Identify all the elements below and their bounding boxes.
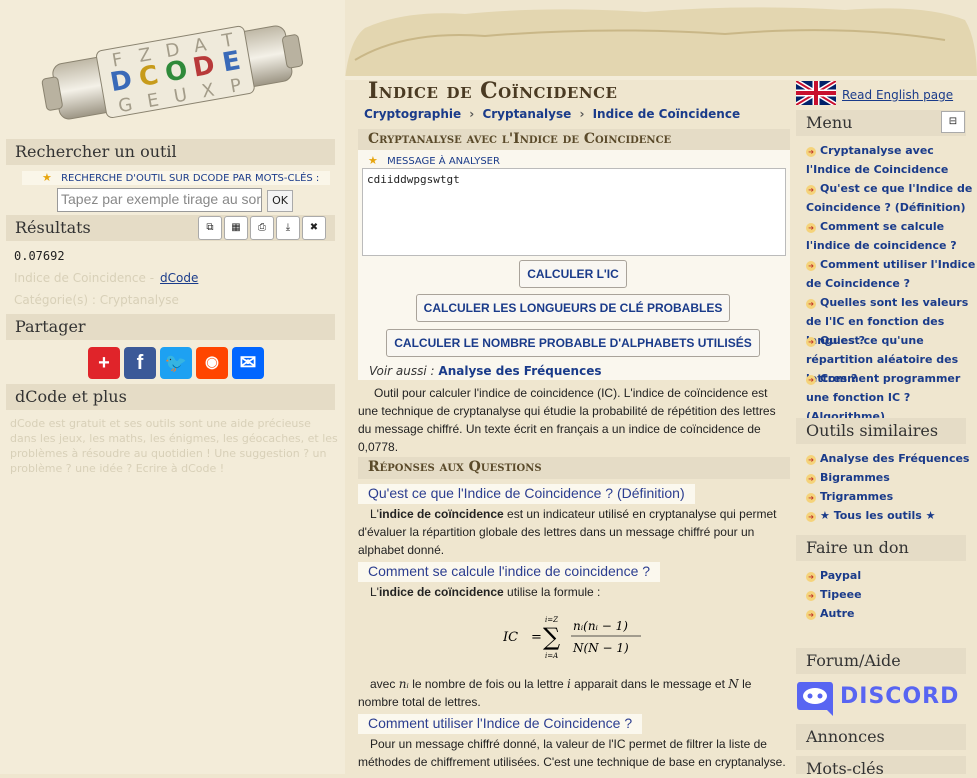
arrow-icon: ➜ xyxy=(806,591,816,601)
svg-text:=: = xyxy=(531,630,542,645)
download-icon[interactable]: ⤓ xyxy=(276,216,300,240)
tool-heading: Cryptanalyse avec l'Indice de Coincidenc… xyxy=(358,129,790,151)
ic-formula: IC = i=Z ∑ i=A nᵢ(nᵢ − 1) N(N − 1) xyxy=(503,616,641,660)
parchment-decoration xyxy=(345,7,977,80)
similar-item-frequences[interactable]: ➜ Analyse des Fréquences xyxy=(806,449,976,468)
donate-tipeee[interactable]: ➜ Tipeee xyxy=(806,585,976,604)
discord-icon xyxy=(797,682,833,716)
menu-item-calcul[interactable]: ➜ Comment se calcule l'indice de coincide… xyxy=(806,217,976,255)
arrow-icon: ➜ xyxy=(806,337,816,347)
menu-item-definition[interactable]: ➜ Qu'est ce que l'Indice de Coincidence ?… xyxy=(806,179,976,217)
arrow-icon: ➜ xyxy=(806,223,816,233)
similar-item-trigrammes[interactable]: ➜ Trigrammes xyxy=(806,487,976,506)
breadcrumb-indice[interactable]: Indice de Coïncidence xyxy=(593,107,741,121)
dcode-link[interactable]: dCode xyxy=(160,271,198,285)
arrow-icon: ➜ xyxy=(806,572,816,582)
discord-button[interactable]: DISCORD xyxy=(796,678,958,720)
question-utiliser[interactable]: Comment utiliser l'Indice de Coincidence… xyxy=(358,714,643,734)
search-input[interactable]: Tapez par exemple tirage au sort xyxy=(57,188,262,212)
similar-item-bigrammes[interactable]: ➜ Bigrammes xyxy=(806,468,976,487)
result-source: Indice de Coincidence - dCode xyxy=(14,271,199,285)
close-icon[interactable]: ✖ xyxy=(302,216,326,240)
menu-item-cryptanalyse[interactable]: ➜ Cryptanalyse avec l'Indice de Coinciden… xyxy=(806,141,976,179)
search-ok-button[interactable]: OK xyxy=(267,190,293,212)
twitter-icon[interactable]: 🐦 xyxy=(160,347,192,379)
arrow-icon: ➜ xyxy=(806,147,816,157)
star-icon: ★ xyxy=(368,154,378,167)
forum-heading: Forum/Aide xyxy=(796,648,966,674)
answer-definition: L'indice de coïncidence est un indicateu… xyxy=(358,507,777,557)
dcode-plus-heading: dCode et plus xyxy=(6,384,335,410)
similar-heading: Outils similaires xyxy=(796,418,966,444)
dcode-logo[interactable]: D C O D E FZDAT GEUXP xyxy=(40,4,310,136)
svg-text:IC: IC xyxy=(503,630,518,645)
share-heading: Partager xyxy=(6,314,335,340)
answer-calcul-legend: avec nᵢ le nombre de fois ou la lettre i… xyxy=(358,677,752,709)
breadcrumb-separator: › xyxy=(469,107,475,121)
breadcrumb-cryptographie[interactable]: Cryptographie xyxy=(364,107,461,121)
donate-heading: Faire un don xyxy=(796,535,966,561)
donate-autre[interactable]: ➜ Autre xyxy=(806,604,976,623)
arrow-icon: ➜ xyxy=(806,261,816,271)
arrow-icon: ➜ xyxy=(806,512,816,522)
left-sidebar: D C O D E FZDAT GEUXP Rechercher un outi… xyxy=(0,0,345,774)
answer-calcul: L'indice de coïncidence utilise la formu… xyxy=(370,585,601,599)
page-title: Indice de Coïncidence xyxy=(368,78,618,104)
calc-ic-button[interactable]: Calculer l'IC xyxy=(519,260,627,288)
svg-text:i=A: i=A xyxy=(545,652,558,660)
answer-utiliser: Pour un message chiffré donné, la valeur… xyxy=(358,737,786,769)
facebook-icon[interactable]: f xyxy=(124,347,156,379)
see-also-link[interactable]: Analyse des Fréquences xyxy=(438,364,601,378)
similar-item-tous[interactable]: ➜ ★ Tous les outils ★ xyxy=(806,506,976,525)
menu-item-utiliser[interactable]: ➜ Comment utiliser l'Indice de Coincidenc… xyxy=(806,255,976,293)
addtoany-icon[interactable]: + xyxy=(88,347,120,379)
keywords-heading: Mots-clés xyxy=(796,756,966,778)
arrow-icon: ➜ xyxy=(806,375,816,385)
collapse-icon[interactable]: ⊟ xyxy=(941,111,965,133)
calc-key-lengths-button[interactable]: Calculer les longueurs de clé probables xyxy=(416,294,730,322)
breadcrumb-cryptanalyse[interactable]: Cryptanalyse xyxy=(482,107,571,121)
message-label: ★ Message à analyser xyxy=(368,154,500,167)
reddit-icon[interactable]: ◉ xyxy=(196,347,228,379)
annonces-heading: Annonces xyxy=(796,724,966,750)
arrow-icon: ➜ xyxy=(806,185,816,195)
see-also: Voir aussi : Analyse des Fréquences xyxy=(369,364,602,378)
breadcrumb: Cryptographie › Cryptanalyse › Indice de… xyxy=(364,107,740,121)
email-icon[interactable]: ✉ xyxy=(232,347,264,379)
question-calcul[interactable]: Comment se calcule l'indice de coinciden… xyxy=(358,562,661,582)
save-icon[interactable]: ▦ xyxy=(224,216,248,240)
english-link[interactable]: Read English page xyxy=(842,88,953,102)
question-definition[interactable]: Qu'est ce que l'Indice de Coincidence ? … xyxy=(358,484,695,504)
calc-alphabets-button[interactable]: Calculer le nombre probable d'alphabets … xyxy=(386,329,760,357)
search-label: ★ Recherche d'outil sur dCode par mots-c… xyxy=(22,171,330,185)
donate-paypal[interactable]: ➜ Paypal xyxy=(806,566,976,585)
answers-heading: Réponses aux Questions xyxy=(358,457,790,479)
print-icon[interactable]: ⎙ xyxy=(250,216,274,240)
result-category: Catégorie(s) : Cryptanalyse xyxy=(14,293,179,307)
breadcrumb-separator: › xyxy=(579,107,585,121)
arrow-icon: ➜ xyxy=(806,474,816,484)
svg-text:nᵢ(nᵢ − 1): nᵢ(nᵢ − 1) xyxy=(573,619,628,633)
arrow-icon: ➜ xyxy=(806,493,816,503)
arrow-icon: ➜ xyxy=(806,299,816,309)
arrow-icon: ➜ xyxy=(806,610,816,620)
search-heading: Rechercher un outil xyxy=(6,139,335,165)
star-icon: ★ xyxy=(42,171,52,184)
dcode-plus-text: dCode est gratuit et ses outils sont une… xyxy=(10,417,338,475)
intro-text: Outil pour calculer l'indice de coincide… xyxy=(358,386,776,454)
arrow-icon: ➜ xyxy=(806,455,816,465)
message-textarea[interactable]: cdiiddwpgswtgt xyxy=(362,168,786,256)
svg-text:N(N − 1): N(N − 1) xyxy=(572,641,629,655)
uk-flag-icon[interactable] xyxy=(796,81,836,105)
svg-text:∑: ∑ xyxy=(543,623,560,651)
copy-icon[interactable]: ⧉ xyxy=(198,216,222,240)
result-value: 0.07692 xyxy=(14,249,65,263)
